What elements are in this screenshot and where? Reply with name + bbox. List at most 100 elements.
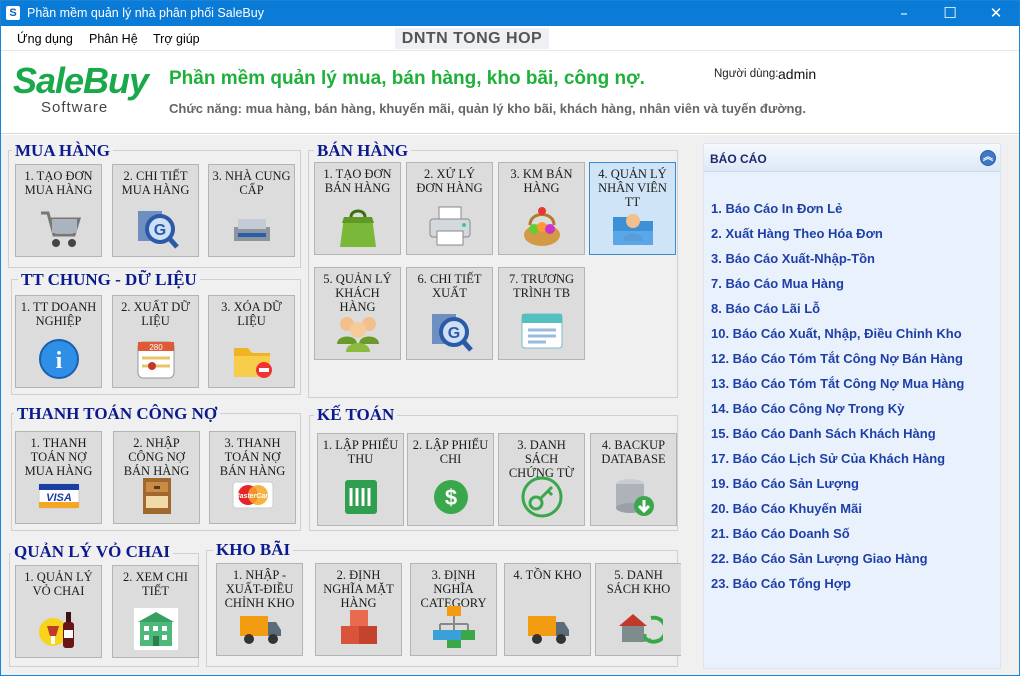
group-title-ke-toan: KẾ TOÁN <box>314 406 398 424</box>
close-button[interactable]: ✕ <box>973 1 1019 26</box>
tile-dinh-nghia-mat-hang[interactable]: 2. ĐỊNH NGHĨA MẶT HÀNG <box>315 563 402 656</box>
report-link[interactable]: 7. Báo Cáo Mua Hàng <box>711 276 844 291</box>
header-title: Phần mềm quản lý mua, bán hàng, kho bãi,… <box>169 68 645 89</box>
calendar-map-icon: 280 <box>137 341 174 379</box>
report-panel: BÁO CÁO ︽ 1. Báo Cáo In Đơn Lẻ 2. Xuất Hà… <box>703 143 1001 669</box>
tile-backup-database[interactable]: 4. BACKUP DATABASE <box>590 433 677 526</box>
key-icon <box>521 476 562 518</box>
tile-xuat-du-lieu[interactable]: 2. XUẤT DỮ LIỆU 280 <box>112 295 199 388</box>
truck-icon <box>239 616 281 644</box>
gift-basket-icon <box>523 207 560 246</box>
group-title-mua-hang: MUA HÀNG <box>12 142 113 160</box>
group-title-thanh-toan: THANH TOÁN CÔNG NỢ <box>14 405 221 423</box>
title-bar: S Phần mềm quản lý nhà phân phối SaleBuy… <box>1 1 1019 26</box>
header-subtitle: Chức năng: mua hàng, bán hàng, khuyến mã… <box>169 101 806 116</box>
tile-tt-doanh-nghiep[interactable]: 1. TT DOANH NGHIỆP i <box>15 295 102 388</box>
report-link[interactable]: 22. Báo Cáo Sản Lượng Giao Hàng <box>711 551 928 566</box>
tile-ton-kho[interactable]: 4. TỒN KHO <box>504 563 591 656</box>
report-link[interactable]: 8. Báo Cáo Lãi Lỗ <box>711 301 820 316</box>
info-icon-text: i <box>55 348 62 374</box>
customers-group-icon <box>336 317 379 352</box>
report-link[interactable]: 19. Báo Cáo Sản Lượng <box>711 476 859 491</box>
tile-lap-phieu-thu[interactable]: 1. LẬP PHIẾU THU <box>317 433 404 526</box>
tile-km-ban-hang[interactable]: 3. KM BÁN HÀNG <box>498 162 585 255</box>
tile-chi-tiet-mua-hang[interactable]: 2. CHI TIẾT MUA HÀNG G <box>112 164 199 257</box>
maximize-button[interactable]: ☐ <box>927 1 973 26</box>
menu-ung-dung[interactable]: Ứng dụng <box>17 32 73 46</box>
tile-danh-sach-chung-tu[interactable]: 3. DANH SÁCH CHỨNG TỪ <box>498 433 585 526</box>
report-area: BÁO CÁO ︽ 1. Báo Cáo In Đơn Lẻ 2. Xuất Hà… <box>681 135 1019 675</box>
tile-thanh-toan-no-ban-hang[interactable]: 3. THANH TOÁN NỢ BÁN HÀNG MasterCard <box>209 431 296 524</box>
report-link[interactable]: 17. Báo Cáo Lịch Sử Của Khách Hàng <box>711 451 945 466</box>
user-label: Người dùng: <box>714 68 779 80</box>
tile-quan-ly-nhan-vien-tt[interactable]: 4. QUẢN LÝ NHÂN VIÊN TT <box>589 162 676 255</box>
minimize-button[interactable]: – <box>881 1 927 26</box>
menu-tro-giup[interactable]: Trợ giúp <box>153 32 200 46</box>
menu-phan-he[interactable]: Phân Hệ <box>89 32 138 46</box>
hierarchy-icon <box>432 606 475 648</box>
tile-nhap-xuat-dieu-chinh-kho[interactable]: 1. NHẬP - XUẤT-ĐIỀU CHỈNH KHO <box>216 563 303 656</box>
folder-delete-icon <box>233 348 272 378</box>
tile-xem-chi-tiet[interactable]: 2. XEM CHI TIẾT <box>112 565 199 658</box>
report-link[interactable]: 10. Báo Cáo Xuất, Nhập, Điều Chỉnh Kho <box>711 326 962 341</box>
boxes-icon <box>340 610 377 644</box>
dollar-icon: $ <box>433 480 468 514</box>
building-icon <box>133 608 178 650</box>
logo-main-text: SaleBuy <box>13 60 149 101</box>
report-link[interactable]: 23. Báo Cáo Tổng Hợp <box>711 576 851 591</box>
group-title-ban-hang: BÁN HÀNG <box>314 142 412 160</box>
tile-tao-don-mua-hang[interactable]: 1. TẠO ĐƠN MUA HÀNG <box>15 164 102 257</box>
group-title-tt-chung: TT CHUNG - DỮ LIỆU <box>18 271 200 289</box>
report-link[interactable]: 20. Báo Cáo Khuyến Mãi <box>711 501 862 516</box>
report-link[interactable]: 21. Báo Cáo Doanh Số <box>711 526 850 541</box>
svg-text:G: G <box>153 222 165 239</box>
shopping-bag-icon <box>339 209 376 247</box>
tile-xu-ly-don-hang[interactable]: 2. XỬ LÝ ĐƠN HÀNG <box>406 162 493 255</box>
tile-lap-phieu-chi[interactable]: 2. LẬP PHIẾU CHI $ <box>407 433 494 526</box>
app-window: S Phần mềm quản lý nhà phân phối SaleBuy… <box>0 0 1020 676</box>
logo-sub-text: Software <box>41 99 109 116</box>
report-panel-title: BÁO CÁO <box>710 152 767 166</box>
collapse-up-icon[interactable]: ︽ <box>980 150 996 166</box>
user-value: admin <box>778 66 817 82</box>
svg-text:G: G <box>447 325 459 342</box>
tile-chi-tiet-xuat[interactable]: 6. CHI TIẾT XUẤT G <box>406 267 493 360</box>
window-title: Phần mềm quản lý nhà phân phối SaleBuy <box>27 6 264 20</box>
report-link[interactable]: 15. Báo Cáo Danh Sách Khách Hàng <box>711 426 936 441</box>
tile-danh-sach-kho[interactable]: 5. DANH SÁCH KHO <box>595 563 682 656</box>
warehouse-refresh-icon <box>618 614 663 644</box>
tile-tao-don-ban-hang[interactable]: 1. TẠO ĐƠN BÁN HÀNG <box>314 162 401 255</box>
mastercard-icon-text: MasterCard <box>233 493 272 500</box>
report-link[interactable]: 14. Báo Cáo Công Nợ Trong Kỳ <box>711 401 904 416</box>
tile-quan-ly-vo-chai[interactable]: 1. QUẢN LÝ VỎ CHAI <box>15 565 102 658</box>
report-link[interactable]: 12. Báo Cáo Tóm Tắt Công Nợ Bán Hàng <box>711 351 963 366</box>
report-link[interactable]: 2. Xuất Hàng Theo Hóa Đơn <box>711 226 883 241</box>
group-title-vo-chai: QUẢN LÝ VỎ CHAI <box>11 543 174 561</box>
tile-nha-cung-cap[interactable]: 3. NHÀ CUNG CẤP <box>208 164 295 257</box>
report-link[interactable]: 13. Báo Cáo Tóm Tắt Công Nợ Mua Hàng <box>711 376 964 391</box>
printer-icon <box>429 206 470 246</box>
visa-icon-text: VISA <box>46 492 72 504</box>
file-drawer-icon <box>142 478 171 514</box>
tile-dinh-nghia-category[interactable]: 3. ĐỊNH NGHĨA CATEGORY <box>410 563 497 656</box>
tile-truong-trinh-tb[interactable]: 7. TRƯƠNG TRÌNH TB <box>498 267 585 360</box>
tile-quan-ly-khach-hang[interactable]: 5. QUẢN LÝ KHÁCH HÀNG <box>314 267 401 360</box>
app-icon: S <box>6 6 20 20</box>
svg-text:$: $ <box>444 485 456 510</box>
browser-window-icon <box>521 313 562 349</box>
receipt-icon <box>344 480 377 514</box>
salebuy-logo: SaleBuy Software <box>13 60 149 116</box>
report-panel-header[interactable]: BÁO CÁO ︽ <box>704 144 1000 172</box>
report-link[interactable]: 1. Báo Cáo In Đơn Lẻ <box>711 201 842 216</box>
tile-thanh-toan-no-mua-hang[interactable]: 1. THANH TOÁN NỢ MUA HÀNG VISA <box>15 431 102 524</box>
shopping-cart-icon <box>40 211 81 247</box>
employee-folder-icon <box>612 214 653 245</box>
tile-nhap-cong-no-ban-hang[interactable]: 2. NHẬP CÔNG NỢ BÁN HÀNG <box>113 431 200 524</box>
visa-card-icon: VISA <box>38 483 79 509</box>
company-caption: DNTN TONG HOP <box>395 28 549 49</box>
supplier-box-icon <box>233 219 270 241</box>
truck-icon <box>527 616 569 644</box>
database-download-icon <box>615 479 654 516</box>
tile-xoa-du-lieu[interactable]: 3. XÓA DỮ LIỆU <box>208 295 295 388</box>
report-link[interactable]: 3. Báo Cáo Xuất-Nhập-Tồn <box>711 251 875 266</box>
